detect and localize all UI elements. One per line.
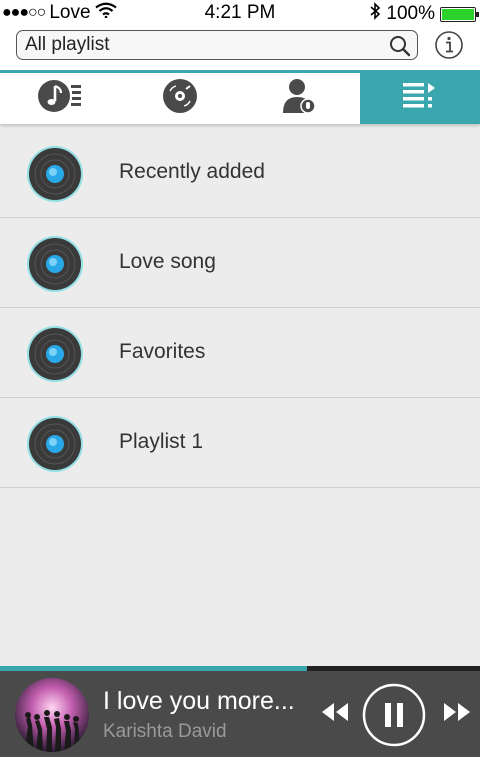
playlist-list: Recently added Love song Favorites Playl… bbox=[0, 128, 480, 488]
pause-button[interactable] bbox=[362, 683, 426, 752]
playlist-label: Playlist 1 bbox=[119, 430, 204, 453]
albums-icon bbox=[162, 78, 198, 119]
battery-level bbox=[442, 8, 474, 20]
mini-player: I love you more... Karishta David bbox=[0, 671, 480, 757]
vinyl-disc-icon bbox=[26, 145, 84, 208]
battery-percent: 100% bbox=[386, 3, 435, 24]
now-playing-title: I love you more... bbox=[103, 687, 295, 715]
search-bar-row: All playlist bbox=[0, 26, 480, 70]
album-art[interactable] bbox=[14, 677, 90, 757]
songs-icon bbox=[37, 78, 83, 119]
tab-playlists[interactable] bbox=[360, 73, 480, 124]
now-playing-artist: Karishta David bbox=[103, 721, 227, 742]
search-input[interactable]: All playlist bbox=[16, 30, 418, 60]
previous-track-icon[interactable] bbox=[320, 702, 350, 727]
battery-icon bbox=[440, 6, 479, 22]
bluetooth-icon bbox=[369, 2, 381, 26]
vinyl-disc-icon bbox=[26, 415, 84, 478]
artists-icon bbox=[283, 77, 317, 120]
category-tabs bbox=[0, 70, 480, 124]
list-item-recently-added[interactable]: Recently added bbox=[0, 128, 480, 218]
search-input-value: All playlist bbox=[25, 34, 110, 55]
list-item-favorites[interactable]: Favorites bbox=[0, 308, 480, 398]
playlists-icon bbox=[402, 81, 438, 116]
playlist-label: Love song bbox=[119, 250, 216, 273]
search-icon[interactable] bbox=[389, 35, 411, 63]
vinyl-disc-icon bbox=[26, 325, 84, 388]
playlist-label: Recently added bbox=[119, 160, 265, 183]
status-right: 100% bbox=[369, 2, 479, 26]
list-item-playlist-1[interactable]: Playlist 1 bbox=[0, 398, 480, 488]
tab-albums[interactable] bbox=[120, 73, 240, 124]
playlist-label: Favorites bbox=[119, 340, 206, 363]
next-track-icon[interactable] bbox=[442, 702, 472, 727]
status-bar: ●●●○○ Love 4:21 PM 100% bbox=[0, 0, 480, 26]
vinyl-disc-icon bbox=[26, 235, 84, 298]
tab-artists[interactable] bbox=[240, 73, 360, 124]
info-icon[interactable] bbox=[434, 30, 464, 65]
tab-songs[interactable] bbox=[0, 73, 120, 124]
list-item-love-song[interactable]: Love song bbox=[0, 218, 480, 308]
